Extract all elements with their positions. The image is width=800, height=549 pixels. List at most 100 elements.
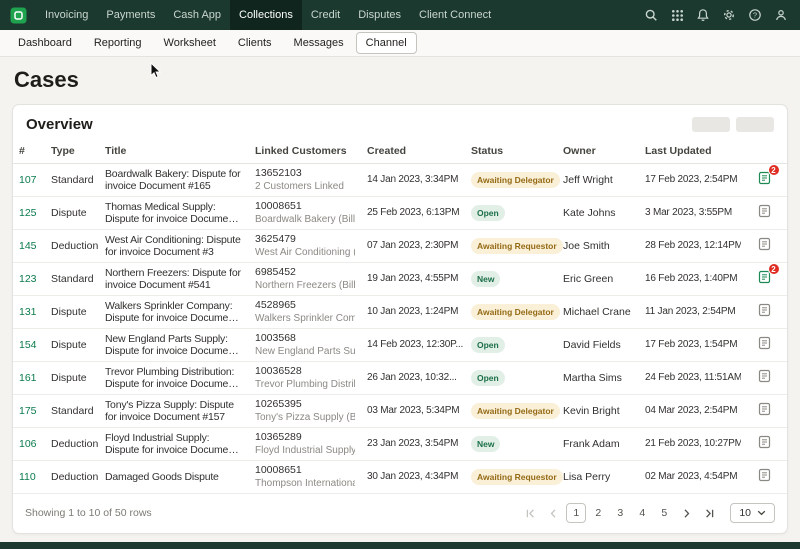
tab-clients[interactable]: Clients (228, 32, 282, 54)
tab-dashboard[interactable]: Dashboard (8, 32, 82, 54)
notes-icon[interactable]: 2 (756, 164, 780, 190)
case-id-link[interactable]: 154 (19, 339, 37, 351)
case-type-cell: Standard (45, 163, 99, 197)
linked-customers-cell: 4528965 Walkers Sprinkler Com... (249, 295, 361, 329)
top-navigation: Invoicing Payments Cash App Collections Cred… (0, 0, 800, 30)
notes-icon[interactable] (756, 203, 773, 223)
table-row[interactable]: 106 Deduction Floyd Industrial Supply: D… (13, 427, 787, 461)
updated-cell: 17 Feb 2023, 2:54PM (639, 163, 741, 197)
linked-customers-cell: 13652103 2 Customers Linked (249, 163, 361, 197)
card-actions (692, 117, 774, 132)
overview-action-button-1[interactable] (692, 117, 730, 132)
case-title-cell: Northern Freezers: Dispute for invoice D… (99, 262, 249, 296)
column-header-owner: Owner (557, 140, 639, 164)
status-cell: Open (465, 328, 557, 362)
notifications-bell-icon[interactable] (692, 4, 714, 26)
case-id-link[interactable]: 131 (19, 306, 37, 318)
page-button-3[interactable]: 3 (610, 503, 630, 523)
notes-cell (741, 361, 787, 395)
owner-cell: Kate Johns (557, 196, 639, 230)
owner-cell: Joe Smith (557, 229, 639, 263)
topnav-item-disputes[interactable]: Disputes (349, 0, 410, 30)
status-cell: Awaiting Delegator (465, 295, 560, 329)
notes-cell (741, 196, 787, 230)
table-row[interactable]: 123 Standard Northern Freezers: Dispute … (13, 262, 787, 296)
notes-icon[interactable] (756, 236, 773, 256)
table-row[interactable]: 110 Deduction Damaged Goods Dispute 1000… (13, 460, 787, 494)
notes-icon[interactable] (756, 335, 773, 355)
bottom-bar (0, 542, 800, 549)
updated-cell: 02 Mar 2023, 4:54PM (639, 460, 741, 494)
previous-page-button[interactable] (543, 503, 564, 523)
table-row[interactable]: 145 Deduction West Air Conditioning: Dis… (13, 229, 787, 263)
table-row[interactable]: 107 Standard Boardwalk Bakery: Dispute f… (13, 163, 787, 197)
app-logo[interactable] (0, 0, 36, 30)
column-header-linked-customers: Linked Customers (249, 140, 361, 164)
notes-icon[interactable] (756, 302, 773, 322)
case-type-cell: Dispute (45, 196, 99, 230)
updated-cell: 11 Jan 2023, 2:54PM (639, 295, 741, 329)
first-page-button[interactable] (520, 503, 541, 523)
notes-icon[interactable] (756, 368, 773, 388)
search-icon[interactable] (640, 4, 662, 26)
topbar-actions: ? (640, 0, 800, 30)
column-header-type: Type (45, 140, 99, 164)
created-cell: 07 Jan 2023, 2:30PM (361, 229, 465, 263)
page-button-2[interactable]: 2 (588, 503, 608, 523)
case-id-link[interactable]: 123 (19, 273, 37, 285)
notes-icon[interactable] (756, 434, 773, 454)
settings-gear-icon[interactable] (718, 4, 740, 26)
status-cell: Awaiting Delegator (465, 163, 560, 197)
next-page-button[interactable] (676, 503, 697, 523)
case-id-link[interactable]: 175 (19, 405, 37, 417)
topnav-item-collections[interactable]: Collections (230, 0, 302, 30)
case-type-cell: Deduction (45, 460, 99, 494)
last-page-button[interactable] (699, 503, 720, 523)
topnav-item-client-connect[interactable]: Client Connect (410, 0, 500, 30)
page-button-4[interactable]: 4 (632, 503, 652, 523)
table-row[interactable]: 125 Dispute Thomas Medical Supply: Dispu… (13, 196, 787, 230)
case-title-cell: Walkers Sprinkler Company: Dispute for i… (99, 295, 249, 329)
overview-action-button-2[interactable] (736, 117, 774, 132)
page-title: Cases (14, 67, 79, 92)
help-icon[interactable]: ? (744, 4, 766, 26)
tab-worksheet[interactable]: Worksheet (154, 32, 226, 54)
case-id-link[interactable]: 145 (19, 240, 37, 252)
linked-customers-cell: 1003568 New England Parts Sup... (249, 328, 361, 362)
page-button-1[interactable]: 1 (566, 503, 587, 523)
table-row[interactable]: 154 Dispute New England Parts Supply: Di… (13, 328, 787, 362)
table-row[interactable]: 161 Dispute Trevor Plumbing Distribution… (13, 361, 787, 395)
card-header: Overview (13, 105, 787, 140)
account-icon[interactable] (770, 4, 792, 26)
status-badge: Open (471, 369, 505, 387)
case-id-link[interactable]: 107 (19, 174, 37, 186)
case-id-link[interactable]: 125 (19, 207, 37, 219)
tab-reporting[interactable]: Reporting (84, 32, 152, 54)
tab-messages[interactable]: Messages (284, 32, 354, 54)
notes-icon[interactable]: 2 (756, 263, 780, 289)
column-header-last-updated: Last Updated (639, 140, 741, 164)
notes-icon[interactable] (756, 401, 773, 421)
topnav-item-cash-app[interactable]: Cash App (164, 0, 230, 30)
cases-table-body: 107 Standard Boardwalk Bakery: Dispute f… (13, 163, 787, 494)
apps-grid-icon[interactable] (666, 4, 688, 26)
notes-icon[interactable] (756, 467, 773, 487)
page-button-5[interactable]: 5 (654, 503, 674, 523)
previous-page-icon (550, 508, 556, 518)
topnav-item-invoicing[interactable]: Invoicing (36, 0, 97, 30)
case-id-link[interactable]: 110 (19, 471, 36, 483)
case-id-link[interactable]: 161 (19, 372, 37, 384)
status-badge: Awaiting Requestor (471, 237, 563, 255)
table-row[interactable]: 131 Dispute Walkers Sprinkler Company: D… (13, 295, 787, 329)
table-row[interactable]: 175 Standard Tony's Pizza Supply: Disput… (13, 394, 787, 428)
topnav-item-credit[interactable]: Credit (302, 0, 349, 30)
tab-channel[interactable]: Channel (355, 32, 417, 54)
table-header-row: # Type Title Linked Customers Created St… (13, 140, 787, 164)
topnav-item-payments[interactable]: Payments (97, 0, 164, 30)
case-id-link[interactable]: 106 (19, 438, 37, 450)
page-size-dropdown[interactable]: 10 (730, 503, 775, 523)
next-page-icon (684, 508, 690, 518)
owner-cell: Eric Green (557, 262, 639, 296)
rows-summary: Showing 1 to 10 of 50 rows (25, 507, 152, 519)
column-header-title: Title (99, 140, 249, 164)
